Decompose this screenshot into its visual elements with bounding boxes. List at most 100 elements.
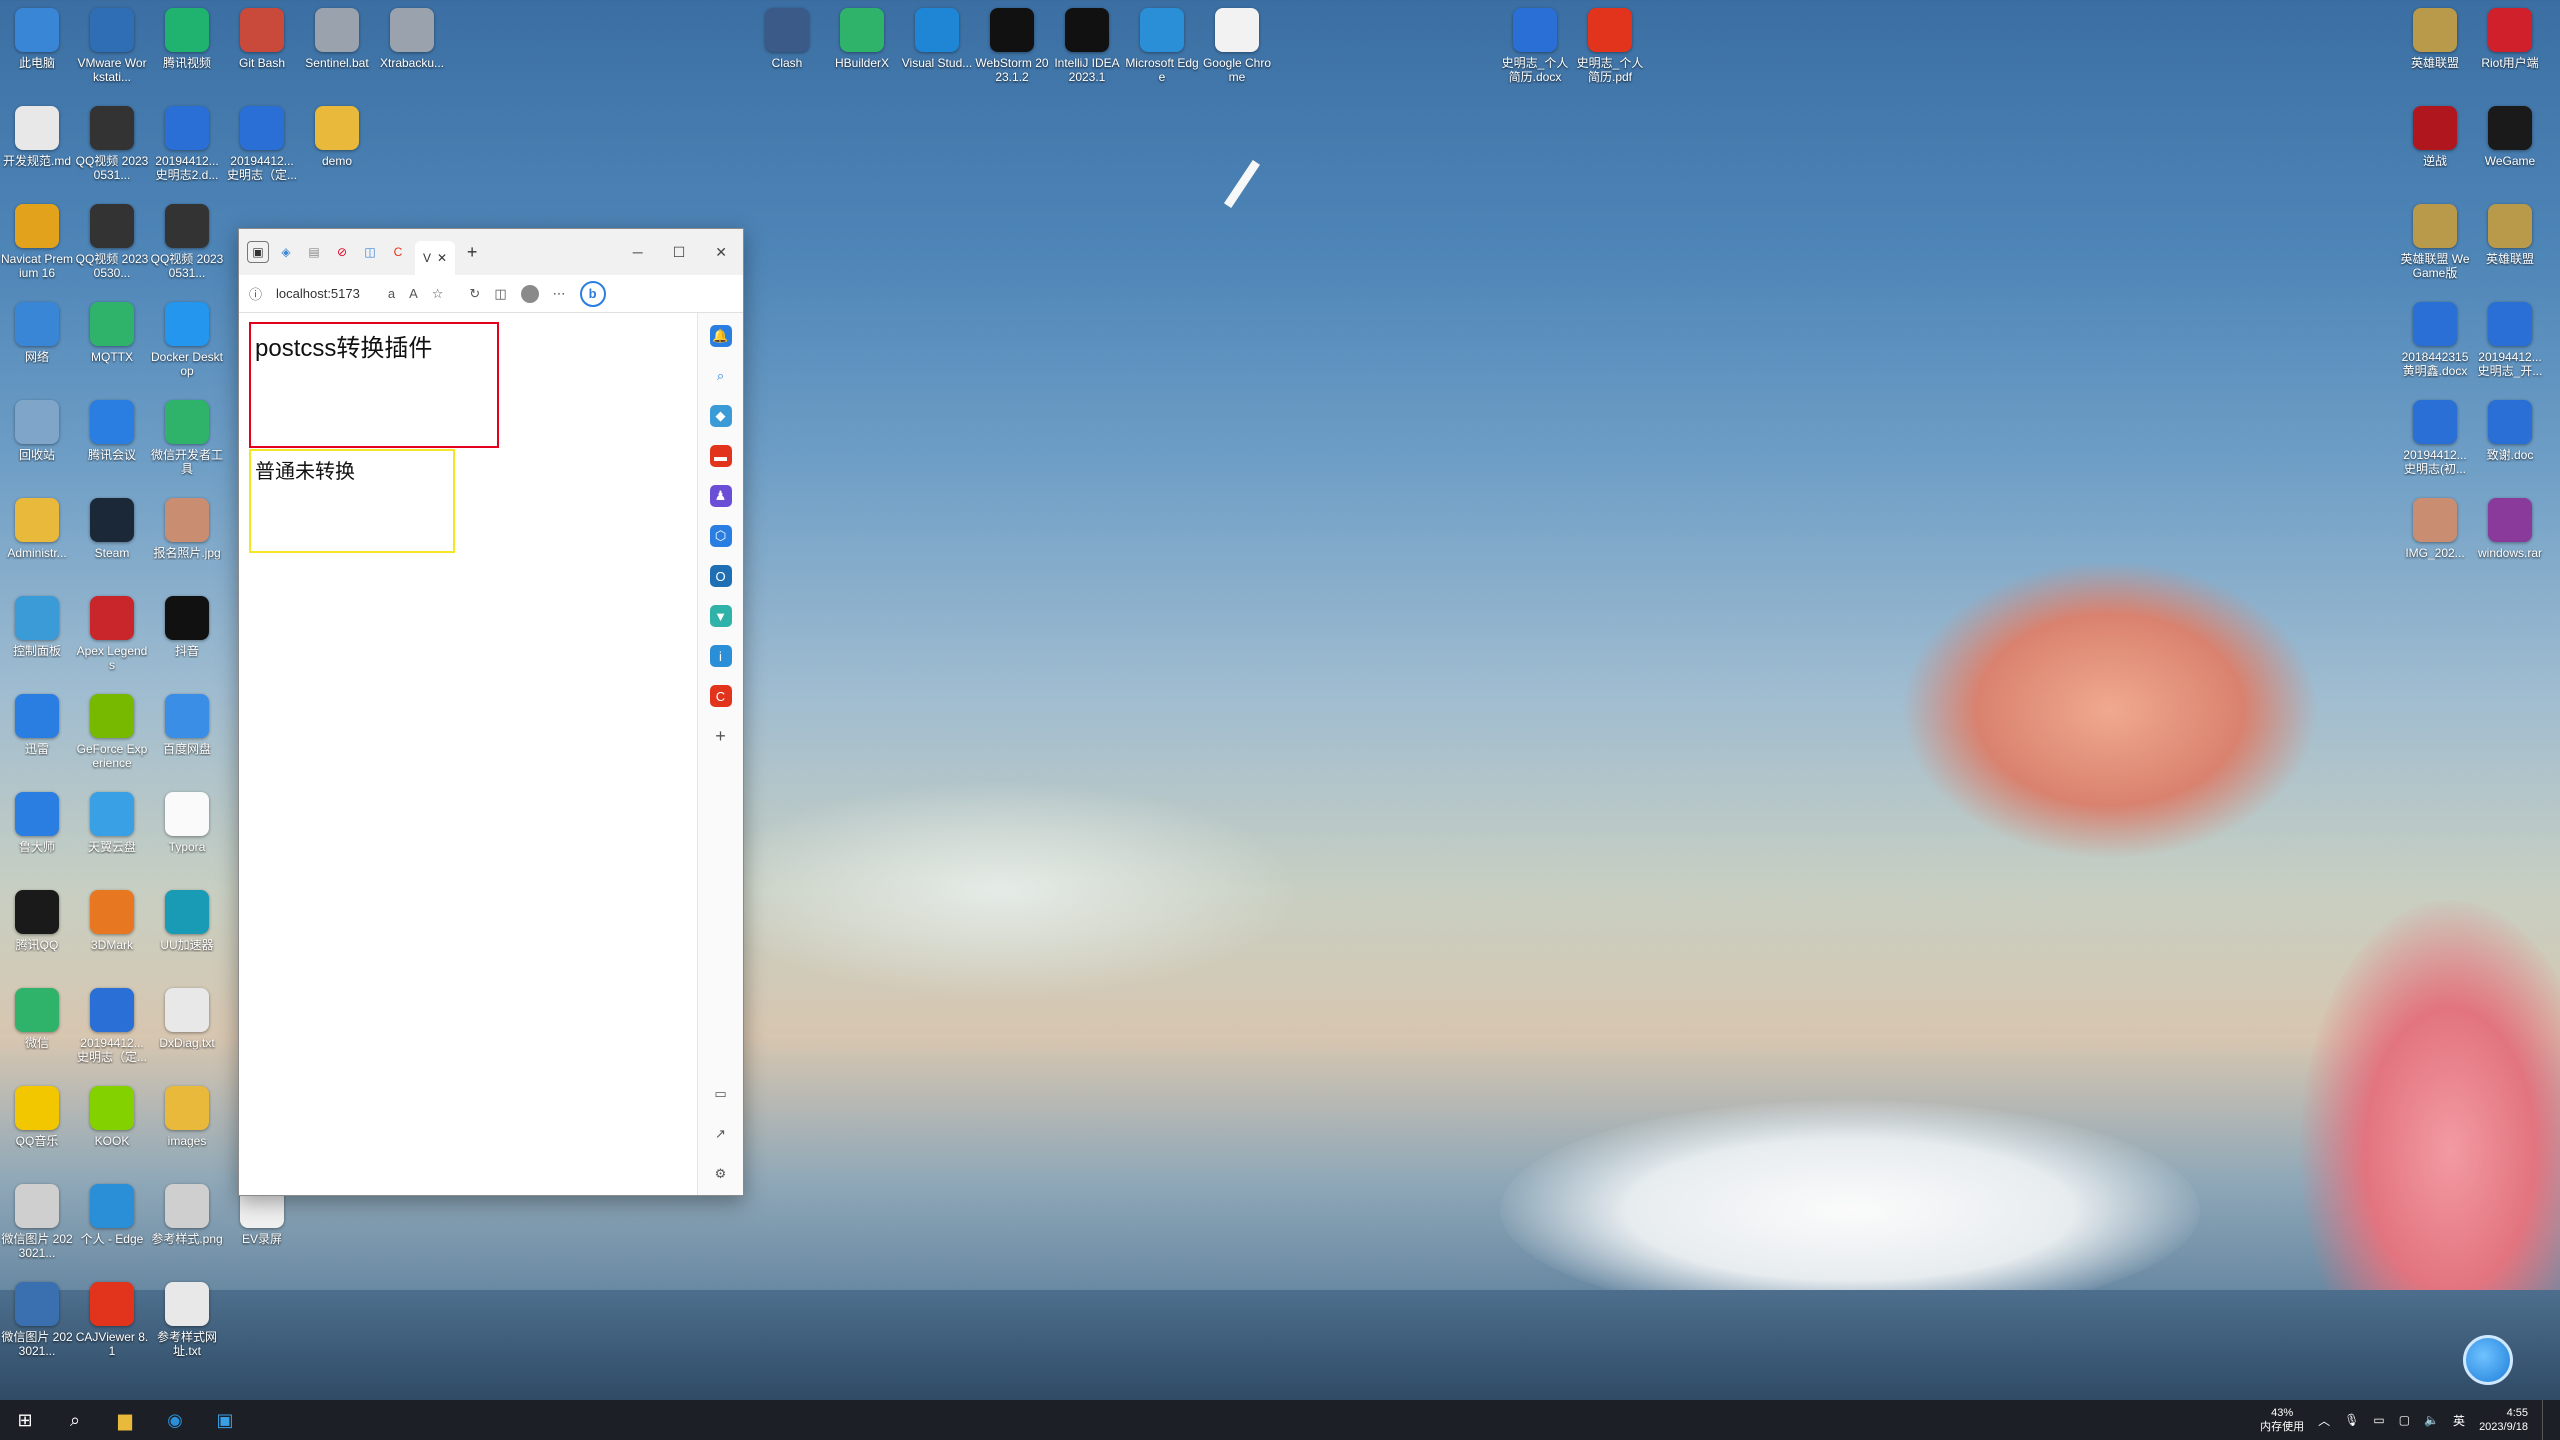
tab-favicon-icon[interactable]: ◈ [275,241,297,263]
desktop-icon[interactable]: 网络 [0,302,74,364]
desktop-icon[interactable]: 英雄联盟 WeGame版 [2398,204,2472,280]
settings-gear-icon[interactable]: ⚙ [710,1163,732,1185]
desktop-icon[interactable]: 回收站 [0,400,74,462]
desktop-icon[interactable]: 致谢.doc [2473,400,2547,462]
desktop-icon[interactable]: Clash [750,8,824,70]
desktop-icon[interactable]: 20194412... 史明志(初... [2398,400,2472,476]
desktop-icon[interactable]: 腾讯视频 [150,8,224,70]
network-tray-icon[interactable]: ▭ [2373,1413,2384,1427]
desktop-icon[interactable]: 英雄联盟 [2398,8,2472,70]
text-size-icon[interactable]: A [409,286,418,301]
desktop-icon[interactable]: 20194412... 史明志（定... [75,988,149,1064]
ime-indicator[interactable]: 英 [2453,1412,2465,1429]
desktop-icon[interactable]: DxDiag.txt [150,988,224,1050]
split-screen-icon[interactable]: ◫ [494,286,506,302]
desktop-icon[interactable]: 百度网盘 [150,694,224,756]
desktop-icon[interactable]: Visual Stud... [900,8,974,70]
add-sidebar-app-icon[interactable]: + [710,725,732,747]
url-field[interactable]: localhost:5173 [276,286,360,301]
profile-avatar[interactable] [520,284,539,303]
desktop-icon[interactable]: 英雄联盟 [2473,204,2547,266]
desktop-icon[interactable]: windows.rar [2473,498,2547,560]
desktop-icon[interactable]: 开发规范.md [0,106,74,168]
taskbar-app-icon[interactable]: ▣ [200,1400,250,1440]
bing-copilot-icon[interactable]: b [579,280,606,307]
taskbar-search-icon[interactable]: ⌕ [50,1400,100,1440]
desktop-icon[interactable]: 20194412... 史明志2.d... [150,106,224,182]
tab-favicon-icon[interactable]: ⊘ [331,241,353,263]
desktop-icon[interactable]: 控制面板 [0,596,74,658]
desktop-icon[interactable]: Administr... [0,498,74,560]
translator-icon[interactable]: i [709,645,732,667]
c-extension-icon[interactable]: C [709,685,732,707]
desktop-icon[interactable]: MQTTX [75,302,149,364]
desktop-icon[interactable]: 逆战 [2398,106,2472,168]
desktop-icon[interactable]: 2018442315 黄明鑫.docx [2398,302,2472,378]
desktop-icon[interactable]: 20194412... 史明志（定... [225,106,299,182]
desktop-icon[interactable]: 天翼云盘 [75,792,149,854]
screenshot-icon[interactable]: ▭ [710,1083,732,1105]
open-external-icon[interactable]: ↗ [710,1123,732,1145]
display-icon[interactable]: ▢ [2399,1413,2410,1427]
more-menu-icon[interactable]: ⋯ [553,286,566,302]
desktop-icon[interactable]: images [150,1086,224,1148]
desktop-icon[interactable]: Sentinel.bat [300,8,374,70]
taskbar-edge-icon[interactable]: ◉ [150,1400,200,1440]
memory-usage[interactable]: 43% 内存使用 [2260,1406,2304,1434]
desktop-icon[interactable]: Git Bash [225,8,299,70]
desktop-icon[interactable]: 迅雷 [0,694,74,756]
tab-actions-icon[interactable]: ▣ [247,241,269,263]
desktop-icon[interactable]: 个人 - Edge [75,1184,149,1246]
desktop-icon[interactable]: 3DMark [75,890,149,952]
games-icon[interactable]: ♟ [709,485,732,507]
search-icon[interactable]: ⌕ [710,365,732,387]
desktop-icon[interactable]: VMware Workstati... [75,8,149,84]
info-icon[interactable]: ⓘ [249,284,262,303]
desktop-icon[interactable]: Navicat Premium 16 [0,204,74,280]
notification-bell-icon[interactable]: 🔔 [709,325,732,347]
tab-active[interactable]: V ✕ [415,241,456,275]
desktop-icon[interactable]: 抖音 [150,596,224,658]
tab-favicon-icon[interactable]: C [387,241,409,263]
desktop-icon[interactable]: 腾讯QQ [0,890,74,952]
desktop-icon[interactable]: IMG_202... [2398,498,2472,560]
maximize-icon[interactable]: ☐ [673,244,686,261]
show-hidden-icons-chevron-icon[interactable]: ︿ [2318,1412,2330,1429]
desktop-icon[interactable]: WebStorm 2023.1.2 [975,8,1049,84]
desktop-icon[interactable]: KOOK [75,1086,149,1148]
desktop-icon[interactable]: Apex Legends [75,596,149,672]
desktop-icon[interactable]: QQ音乐 [0,1086,74,1148]
desktop-icon[interactable]: 参考样式网址.txt [150,1282,224,1358]
desktop-icon[interactable]: Steam [75,498,149,560]
desktop-icon[interactable]: 鲁大师 [0,792,74,854]
new-tab-button[interactable]: + [461,241,483,263]
read-aloud-icon[interactable]: a [388,286,395,301]
desktop-icon[interactable]: Microsoft Edge [1125,8,1199,84]
microsoft365-icon[interactable]: ⬡ [709,525,732,547]
desktop-icon[interactable]: QQ视频 20230530... [75,204,149,280]
favorite-star-icon[interactable]: ☆ [432,286,444,302]
desktop-icon[interactable]: UU加速器 [150,890,224,952]
desktop-icon[interactable]: 报名照片.jpg [150,498,224,560]
edge-browser-window[interactable]: ▣ ◈ ▤ ⊘ ◫ C V ✕ + ─ ☐ ✕ ⓘ localhost:5173… [238,228,744,1196]
desktop-icon[interactable]: Xtrabacku... [375,8,449,70]
desktop-icon[interactable]: 此电脑 [0,8,74,70]
tab-favicon-icon[interactable]: ▤ [303,241,325,263]
refresh-icon[interactable]: ↻ [469,286,480,302]
desktop-icon[interactable]: 微信 [0,988,74,1050]
desktop-icon[interactable]: GeForce Experience [75,694,149,770]
volume-icon[interactable]: 🔈 [2424,1413,2439,1427]
tab-favicon-icon[interactable]: ◫ [359,241,381,263]
start-windows-icon[interactable]: ⊞ [0,1400,50,1440]
desktop-icon[interactable]: 参考样式.png [150,1184,224,1246]
close-tab-icon[interactable]: ✕ [437,251,447,265]
minimize-icon[interactable]: ─ [633,244,643,261]
desktop-icon[interactable]: Riot用户端 [2473,8,2547,70]
desktop-icon[interactable]: 微信开发者工具 [150,400,224,476]
desktop-icon[interactable]: HBuilderX [825,8,899,70]
desktop-icon[interactable]: Docker Desktop [150,302,224,378]
microphone-icon[interactable]: 🎙 [2344,1413,2359,1427]
desktop-icon[interactable]: 腾讯会议 [75,400,149,462]
desktop-icon[interactable]: 微信图片 2023021... [0,1282,74,1358]
shopping-tag-icon[interactable]: ◆ [709,405,732,427]
